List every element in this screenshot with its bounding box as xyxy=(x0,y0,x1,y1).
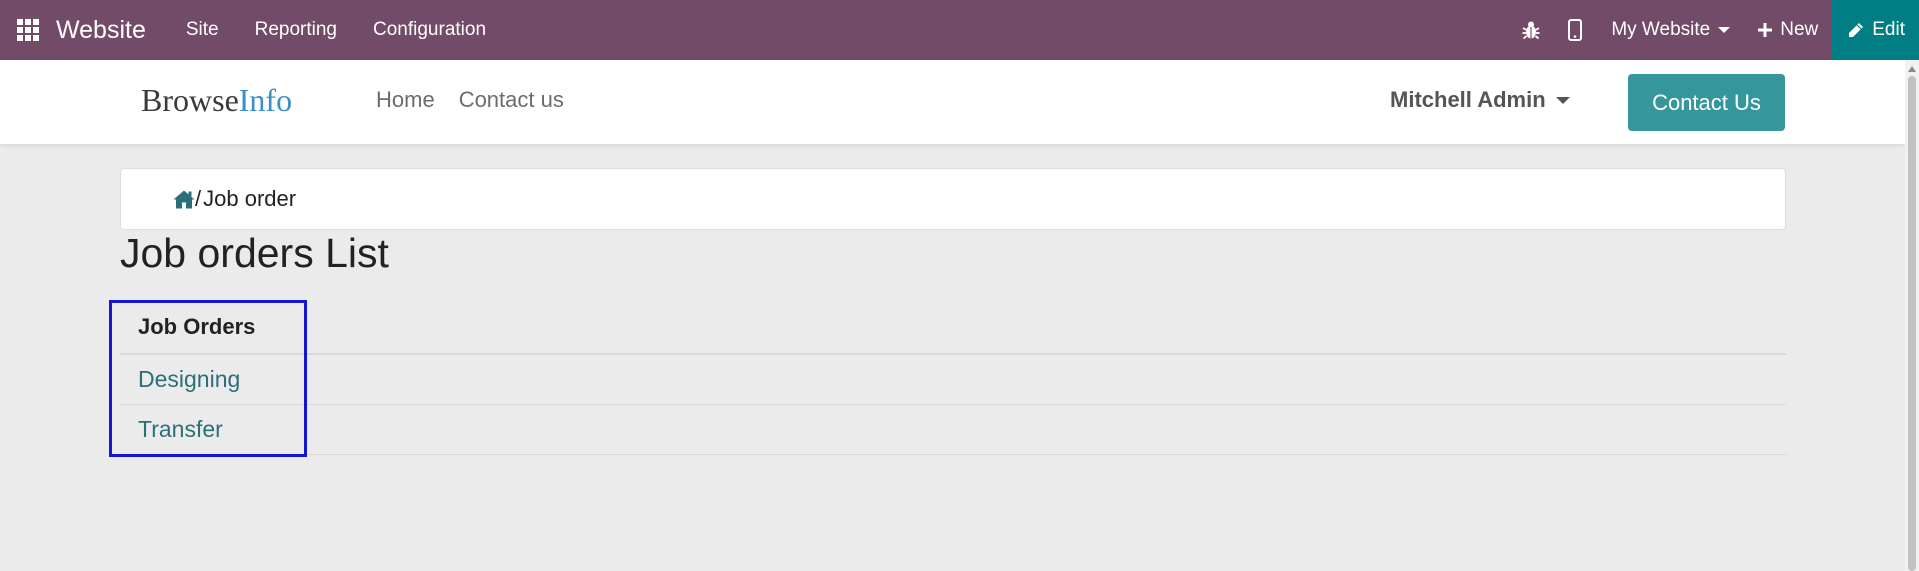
new-button[interactable]: New xyxy=(1744,0,1832,60)
list-item-transfer[interactable]: Transfer xyxy=(120,405,1786,455)
plus-icon xyxy=(1758,23,1773,37)
website-header: BrowseInfo Home Contact us Mitchell Admi… xyxy=(0,60,1905,144)
app-name[interactable]: Website xyxy=(56,16,146,45)
site-logo[interactable]: BrowseInfo xyxy=(141,82,292,119)
job-orders-list: Job Orders Designing Transfer xyxy=(120,300,1786,455)
caret-down-icon xyxy=(1718,27,1731,33)
main-nav: Home Contact us xyxy=(364,87,576,113)
breadcrumb-current: Job order xyxy=(203,186,297,211)
new-button-label: New xyxy=(1780,19,1819,40)
apps-menu-button[interactable] xyxy=(0,0,56,60)
bug-icon xyxy=(1522,21,1540,40)
website-selector-label: My Website xyxy=(1611,19,1711,40)
breadcrumb: / Job order xyxy=(120,168,1786,230)
contact-us-button[interactable]: Contact Us xyxy=(1628,74,1785,131)
edit-button[interactable]: Edit xyxy=(1832,0,1919,60)
mobile-icon xyxy=(1568,19,1583,41)
list-item-designing[interactable]: Designing xyxy=(120,355,1786,405)
home-icon[interactable] xyxy=(173,190,195,209)
menu-site[interactable]: Site xyxy=(168,19,237,41)
menu-reporting[interactable]: Reporting xyxy=(237,19,355,41)
admin-navbar-right: My Website New Edit xyxy=(1509,0,1919,60)
user-menu[interactable]: Mitchell Admin xyxy=(1390,87,1570,113)
website-selector[interactable]: My Website xyxy=(1597,0,1744,60)
page-title: Job orders List xyxy=(120,230,389,276)
caret-down-icon xyxy=(1555,96,1570,104)
debug-button[interactable] xyxy=(1509,0,1553,60)
nav-home[interactable]: Home xyxy=(364,87,447,113)
admin-navbar: Website Site Reporting Configuration My … xyxy=(0,0,1919,60)
menu-configuration[interactable]: Configuration xyxy=(355,19,504,41)
mobile-preview-button[interactable] xyxy=(1553,0,1597,60)
list-header: Job Orders xyxy=(120,300,1786,355)
user-name: Mitchell Admin xyxy=(1390,87,1546,112)
breadcrumb-separator: / xyxy=(195,186,202,211)
edit-button-label: Edit xyxy=(1872,19,1905,40)
logo-text-info: Info xyxy=(238,82,293,118)
nav-contact-us[interactable]: Contact us xyxy=(447,87,576,113)
logo-text-browse: Browse xyxy=(141,82,239,118)
pencil-icon xyxy=(1849,23,1864,37)
scroll-up-arrow-icon[interactable] xyxy=(1908,66,1916,72)
apps-grid-icon xyxy=(17,19,39,41)
scrollbar-thumb[interactable] xyxy=(1908,76,1916,571)
